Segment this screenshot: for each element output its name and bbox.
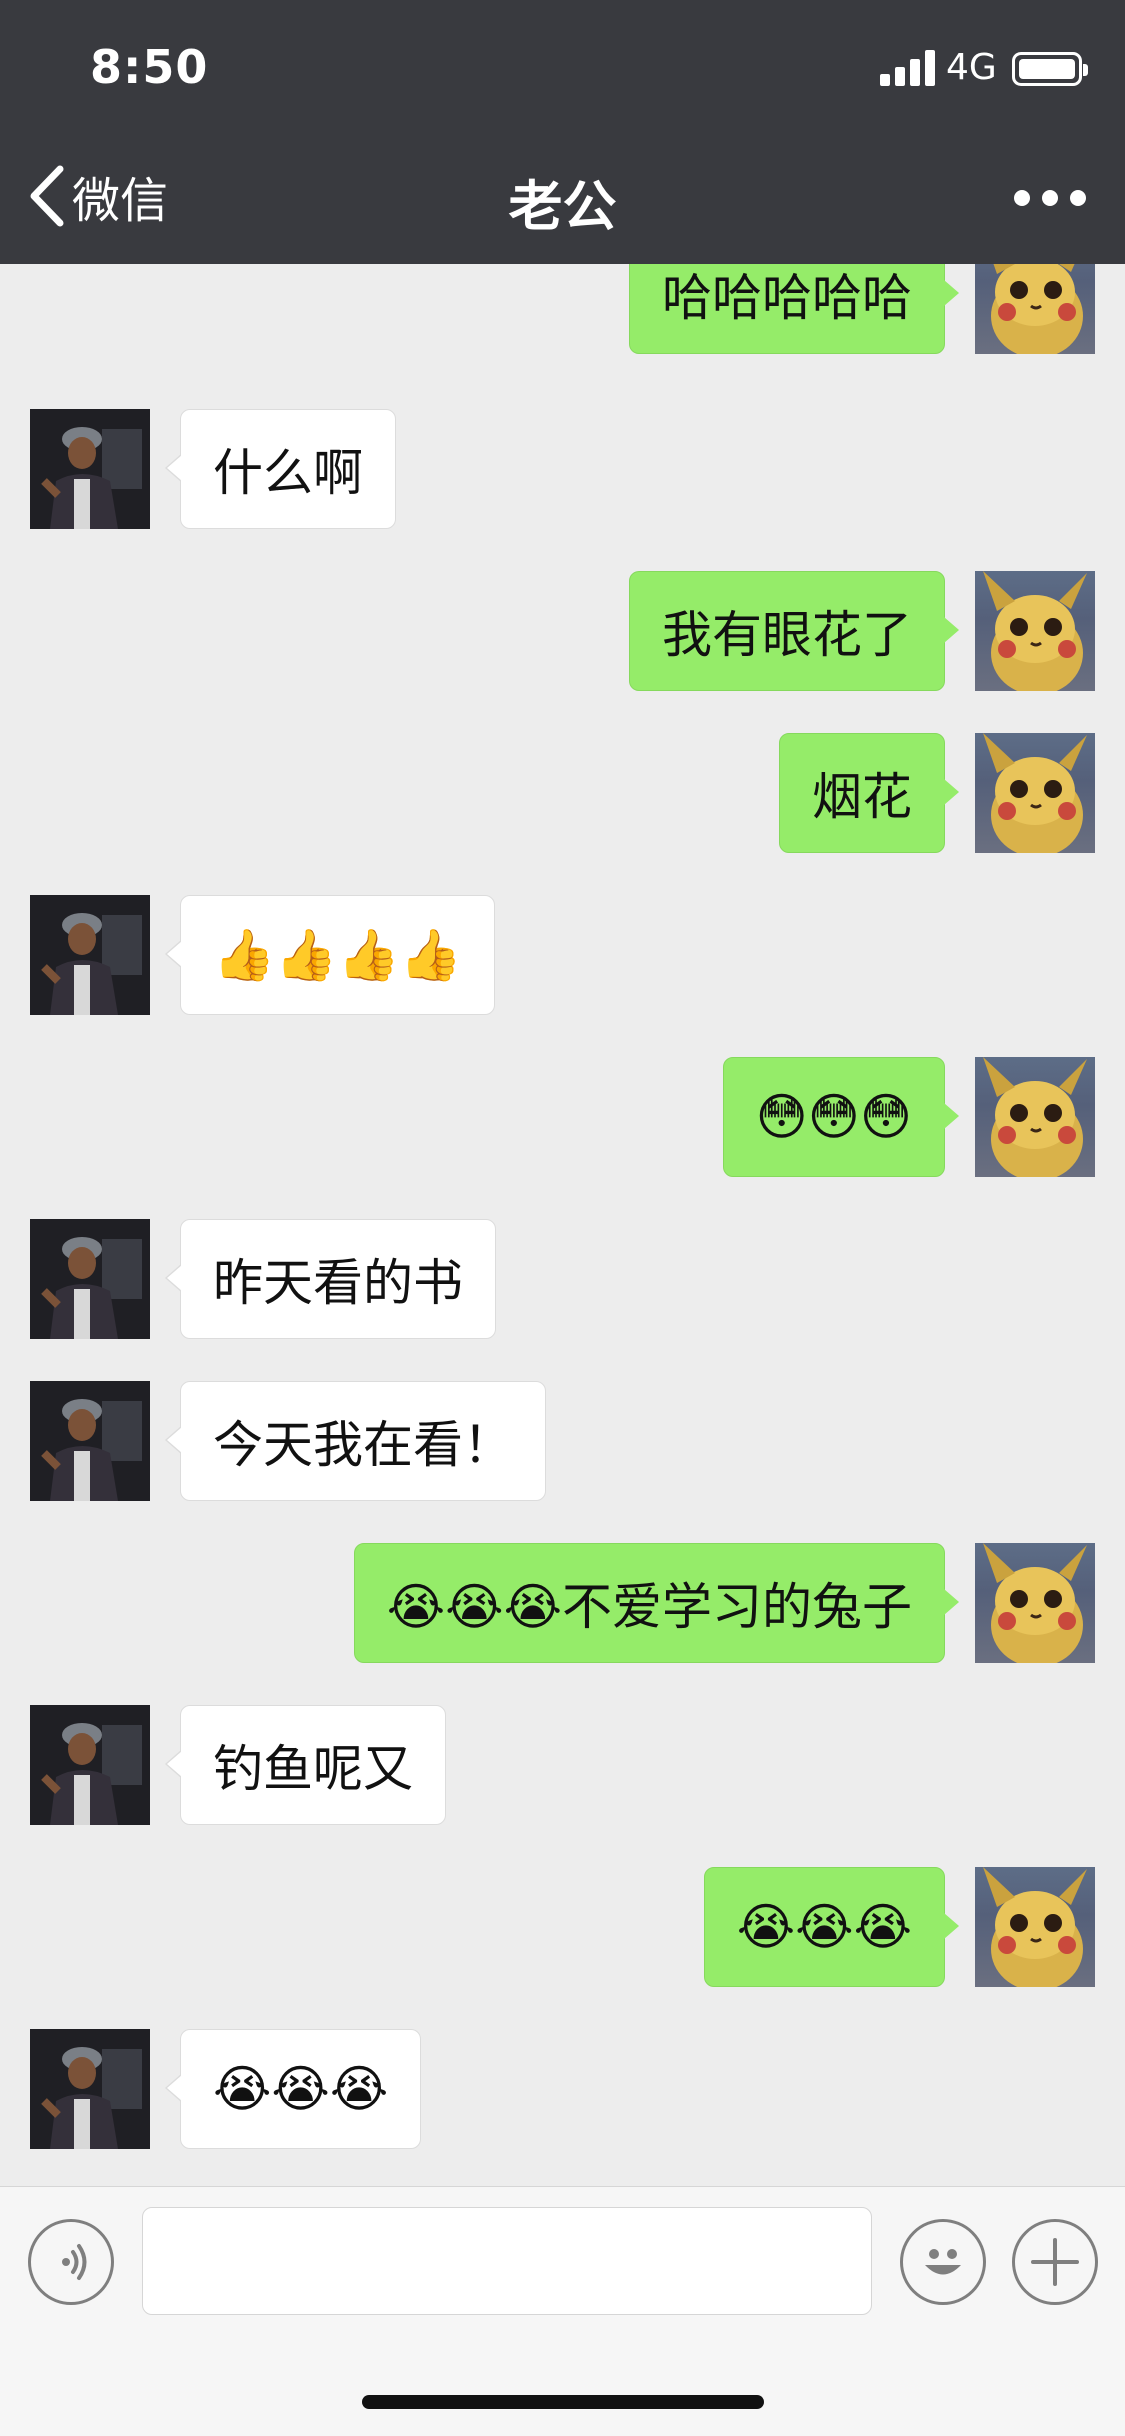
message-row: 😳😳😳 (0, 1057, 1125, 1177)
message-bubble[interactable]: 👍👍👍👍 (164, 895, 496, 1015)
message-bubble[interactable]: 😭😭😭不爱学习的兔子 (353, 1543, 960, 1663)
message-bubble[interactable]: 😳😳😳 (722, 1057, 960, 1177)
message-row: 😭😭😭不爱学习的兔子 (0, 1543, 1125, 1663)
message-bubble[interactable]: 烟花 (779, 733, 959, 853)
message-row: 烟花 (0, 733, 1125, 853)
message-row: 今天我在看！ (0, 1381, 1125, 1501)
input-bar (0, 2186, 1125, 2436)
chat-list[interactable]: 哈哈哈哈哈 什么啊 我有眼花了 烟花 👍👍👍👍 😳😳😳 昨天看的书 今天我在看！… (0, 264, 1125, 2186)
message-bubble[interactable]: 今天我在看！ (165, 1381, 546, 1501)
voice-icon (62, 2244, 87, 2280)
avatar[interactable] (975, 1543, 1095, 1663)
signal-icon (880, 50, 936, 86)
avatar[interactable] (30, 1219, 150, 1339)
message-row: 哈哈哈哈哈 (0, 264, 1125, 354)
avatar[interactable] (30, 1705, 150, 1825)
avatar[interactable] (30, 895, 150, 1015)
message-row: 😭😭😭 (0, 2029, 1125, 2149)
page-title: 老公 (508, 175, 617, 238)
more-icon[interactable] (1014, 180, 1086, 216)
plus-icon (1031, 2238, 1079, 2286)
avatar[interactable] (30, 409, 150, 529)
chevron-left-icon (30, 165, 64, 227)
message-row: 昨天看的书 (0, 1219, 1125, 1339)
message-row: 👍👍👍👍 (0, 895, 1125, 1015)
message-bubble[interactable]: 我有眼花了 (629, 571, 959, 691)
message-bubble[interactable]: 昨天看的书 (165, 1219, 496, 1339)
message-input[interactable] (142, 2207, 872, 2315)
message-row: 什么啊 (0, 409, 1125, 529)
message-bubble[interactable]: 😭😭😭 (703, 1867, 960, 1987)
avatar[interactable] (30, 2029, 150, 2149)
home-indicator (362, 2395, 764, 2409)
message-row: 😭😭😭 (0, 1867, 1125, 1987)
message-bubble[interactable]: 什么啊 (165, 409, 396, 529)
more-functions-button[interactable] (1012, 2219, 1098, 2305)
network-type: 4G (946, 47, 997, 88)
avatar[interactable] (975, 1867, 1095, 1987)
emoji-icon (925, 2249, 961, 2275)
message-bubble[interactable]: 😭😭😭 (164, 2029, 422, 2149)
message-bubble[interactable]: 哈哈哈哈哈 (629, 264, 959, 354)
message-row: 钓鱼呢又 (0, 1705, 1125, 1825)
emoji-button[interactable] (900, 2219, 986, 2305)
top-bar: 8:50 4G 微信 老公 (0, 0, 1125, 264)
avatar[interactable] (975, 264, 1095, 354)
avatar[interactable] (30, 1381, 150, 1501)
avatar[interactable] (975, 1057, 1095, 1177)
back-label: 微信 (72, 173, 169, 229)
status-time: 8:50 (90, 40, 209, 94)
voice-button[interactable] (28, 2219, 114, 2305)
message-row: 我有眼花了 (0, 571, 1125, 691)
back-button[interactable]: 微信 (26, 164, 169, 229)
avatar[interactable] (975, 571, 1095, 691)
battery-icon (1012, 52, 1088, 86)
avatar[interactable] (975, 733, 1095, 853)
message-bubble[interactable]: 钓鱼呢又 (165, 1705, 446, 1825)
